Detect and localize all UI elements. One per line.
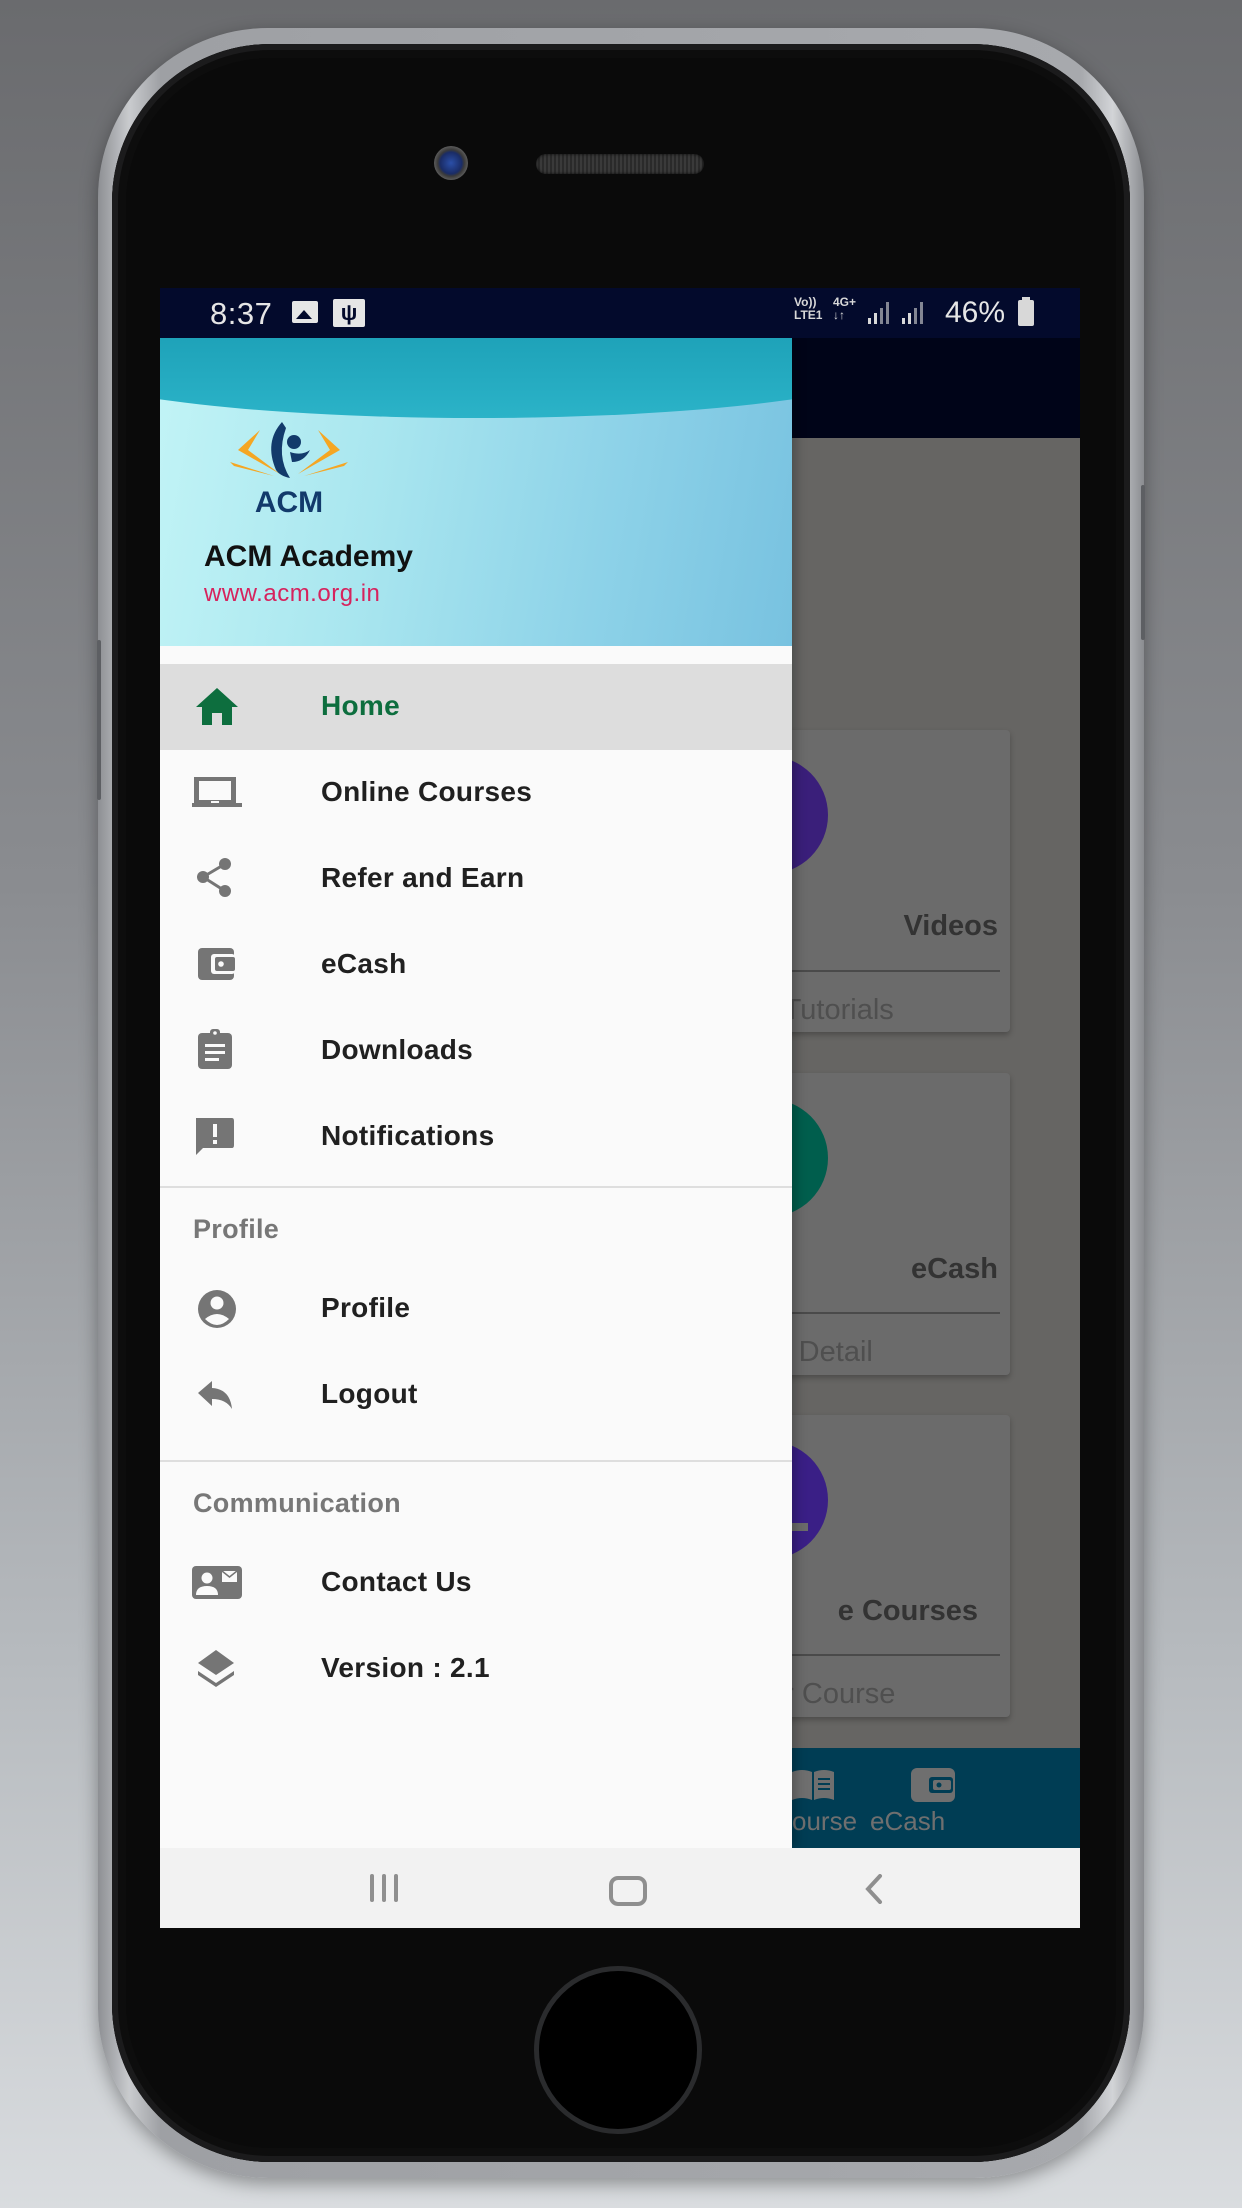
menu-label: Logout: [321, 1378, 418, 1409]
back-button[interactable]: [860, 1874, 890, 1904]
signal-icon: [868, 302, 894, 324]
menu-item-notifications[interactable]: Notifications: [160, 1094, 792, 1180]
menu-label: Refer and Earn: [321, 862, 525, 893]
usb-icon: ψ: [333, 299, 365, 327]
menu-item-profile[interactable]: Profile: [160, 1266, 792, 1352]
section-title-communication: Communication: [193, 1488, 401, 1518]
power-button: [1141, 485, 1145, 640]
home-icon: [196, 688, 238, 725]
menu-label: Home: [321, 690, 400, 721]
menu-item-refer-and-earn[interactable]: Refer and Earn: [160, 836, 792, 922]
card-divider: [760, 1312, 1000, 1314]
signal-icon: [902, 302, 928, 324]
front-camera: [434, 146, 468, 180]
menu-item-online-courses[interactable]: Online Courses: [160, 750, 792, 836]
menu-item-ecash[interactable]: eCash: [160, 922, 792, 1008]
system-navigation-bar: [160, 1848, 1080, 1928]
volte-indicator: Vo)) LTE1: [794, 295, 823, 322]
reply-icon: [198, 1381, 232, 1409]
wallet-icon: [911, 1768, 955, 1802]
drawer-header: ACM ACM Academy www.acm.org.in: [160, 338, 792, 646]
menu-label: Version : 2.1: [321, 1652, 490, 1683]
bottom-nav-label: eCash: [870, 1806, 946, 1836]
card-divider: [760, 970, 1000, 972]
feedback-icon: [196, 1118, 234, 1155]
battery-percent: 46%: [945, 296, 1006, 329]
section-divider: [160, 1460, 792, 1462]
menu-label: Notifications: [321, 1120, 495, 1151]
wallet-icon: [198, 948, 235, 980]
battery-charging-icon: [1018, 297, 1034, 326]
menu-item-logout[interactable]: Logout: [160, 1352, 792, 1438]
assignment-icon: [198, 1029, 232, 1069]
menu-item-version[interactable]: Version : 2.1: [160, 1626, 792, 1712]
home-button[interactable]: [609, 1876, 647, 1906]
header-wave: [160, 338, 792, 418]
laptop-icon: [192, 777, 242, 807]
layers-icon: [198, 1650, 234, 1687]
book-icon: [792, 1770, 834, 1800]
menu-item-home[interactable]: Home: [160, 664, 792, 750]
status-time: 8:37: [210, 296, 273, 331]
card-divider: [760, 1654, 1000, 1656]
menu-item-downloads[interactable]: Downloads: [160, 1008, 792, 1094]
gallery-icon: [292, 301, 318, 323]
menu-label: Online Courses: [321, 776, 533, 807]
menu-label: Downloads: [321, 1034, 474, 1065]
menu-label: Profile: [321, 1292, 411, 1323]
earpiece-speaker: [536, 154, 704, 174]
section-title-profile: Profile: [193, 1214, 280, 1244]
acm-logo: ACM: [230, 422, 348, 516]
drawer-title: ACM Academy: [204, 540, 413, 573]
screen: Videos o Tutorials eCash sh Detail e Cou…: [160, 288, 1080, 1928]
network-4g-indicator: 4G+ ↓↑: [833, 295, 857, 322]
navigation-drawer: ACM ACM Academy www.acm.org.in Home Onli…: [160, 338, 792, 1848]
share-icon: [197, 858, 231, 897]
bottom-nav-label: ourse: [792, 1806, 858, 1836]
menu-label: Contact Us: [321, 1566, 472, 1597]
section-divider: [160, 1186, 792, 1188]
menu-label: eCash: [321, 948, 407, 979]
status-bar: 8:37 ψ Vo)) LTE1 4G+ ↓↑ 46%: [160, 288, 1080, 338]
drawer-url-link[interactable]: www.acm.org.in: [204, 580, 380, 608]
logo-text: ACM: [255, 486, 323, 516]
hardware-home-button[interactable]: [534, 1966, 702, 2134]
menu-item-contact-us[interactable]: Contact Us: [160, 1540, 792, 1626]
recent-apps-button[interactable]: [370, 1874, 404, 1902]
volume-button: [97, 640, 101, 800]
account-circle-icon: [198, 1290, 236, 1328]
contact-mail-icon: [192, 1566, 242, 1599]
